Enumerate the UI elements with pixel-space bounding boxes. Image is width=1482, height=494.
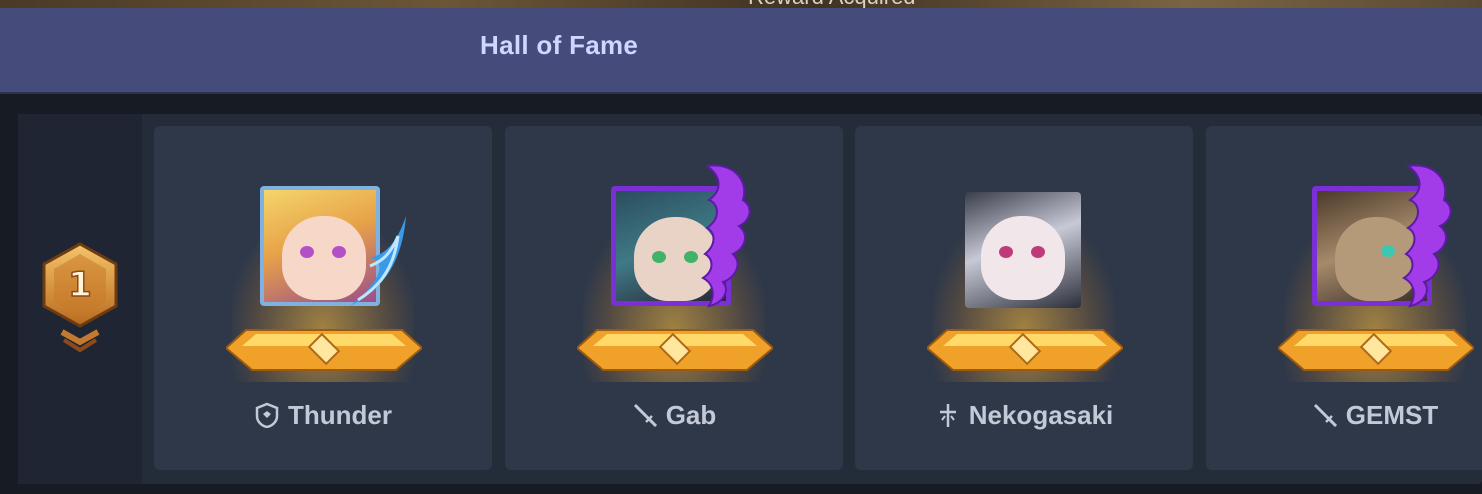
hall-card-nekogasaki[interactable]: Nekogasaki bbox=[855, 126, 1193, 470]
background-strip bbox=[0, 0, 1482, 8]
pedestal bbox=[927, 329, 1123, 371]
purple-flame-icon bbox=[1402, 164, 1452, 308]
player-name-row: Gab bbox=[505, 398, 843, 432]
rank-number: 1 bbox=[68, 265, 92, 305]
player-portrait[interactable] bbox=[965, 192, 1091, 318]
staff-icon bbox=[939, 404, 956, 427]
sword-icon bbox=[1313, 403, 1337, 428]
player-portrait[interactable] bbox=[1312, 164, 1452, 312]
player-name-row: GEMST bbox=[1206, 398, 1482, 432]
player-name: Nekogasaki bbox=[968, 399, 1114, 430]
purple-flame-icon bbox=[701, 164, 751, 308]
pedestal bbox=[1278, 329, 1474, 371]
page-title: Hall of Fame bbox=[480, 30, 639, 60]
hall-card-gemst[interactable]: GEMST bbox=[1206, 126, 1482, 470]
player-name: GEMST bbox=[1345, 399, 1439, 430]
hall-card-gab[interactable]: Gab bbox=[505, 126, 843, 470]
pedestal bbox=[577, 329, 773, 371]
pedestal bbox=[226, 329, 422, 371]
player-name-row: Thunder bbox=[154, 398, 492, 432]
player-name: Thunder bbox=[288, 399, 392, 430]
player-portrait[interactable] bbox=[260, 186, 406, 312]
sword-icon bbox=[633, 403, 657, 428]
header-bar: Hall of Fame bbox=[0, 8, 1482, 94]
wing-icon bbox=[350, 216, 406, 306]
player-name: Gab bbox=[665, 399, 717, 430]
rank-badge-icon: 1 bbox=[42, 242, 118, 353]
player-name-row: Nekogasaki bbox=[855, 398, 1193, 432]
portrait-frame bbox=[965, 192, 1081, 308]
shield-icon bbox=[255, 402, 279, 428]
player-portrait[interactable] bbox=[611, 164, 751, 312]
hall-card-thunder[interactable]: Thunder bbox=[154, 126, 492, 470]
character-face bbox=[981, 216, 1065, 300]
